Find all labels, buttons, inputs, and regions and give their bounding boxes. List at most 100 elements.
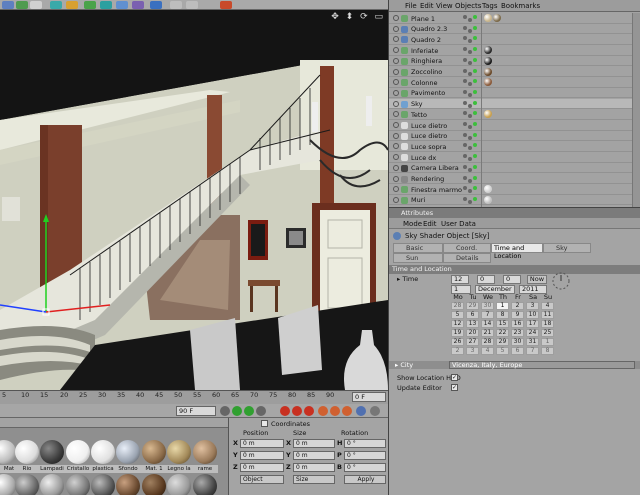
object-row[interactable]: Inferiate bbox=[389, 45, 640, 56]
visibility-flags[interactable] bbox=[463, 15, 481, 22]
scale-key-icon[interactable] bbox=[342, 406, 352, 416]
menu-edit[interactable]: Edit bbox=[420, 2, 434, 10]
calendar-day[interactable]: 25 bbox=[541, 329, 554, 337]
expand-icon[interactable] bbox=[393, 111, 399, 118]
calendar-day[interactable]: 4 bbox=[481, 347, 494, 355]
tab-sky[interactable]: Sky bbox=[543, 243, 591, 253]
position-x-field[interactable]: 0 m bbox=[240, 439, 284, 448]
material-tag-icon[interactable] bbox=[484, 14, 492, 22]
material-ball[interactable] bbox=[66, 474, 90, 495]
viewport-navigation-icons[interactable]: ✥ ⬍ ⟳ ▭ bbox=[331, 12, 385, 22]
calendar-day[interactable]: 20 bbox=[466, 329, 479, 337]
calendar-day[interactable]: 28 bbox=[451, 302, 464, 310]
visibility-flags[interactable] bbox=[463, 164, 481, 172]
record-icon[interactable] bbox=[280, 406, 290, 416]
object-row[interactable]: Sky bbox=[389, 98, 640, 110]
material-ball[interactable] bbox=[167, 440, 191, 464]
play-back-icon[interactable] bbox=[232, 406, 242, 416]
material-ball[interactable] bbox=[91, 474, 115, 495]
coordinates-toggle[interactable] bbox=[261, 420, 268, 427]
city-select[interactable]: Vicenza, Italy, Europe bbox=[449, 361, 635, 369]
calendar-day[interactable]: 6 bbox=[466, 311, 479, 319]
material-ball[interactable] bbox=[116, 440, 140, 464]
calendar-day[interactable]: 11 bbox=[541, 311, 554, 319]
calendar-day[interactable]: 1 bbox=[496, 302, 509, 310]
menu-edit[interactable]: Edit bbox=[423, 220, 437, 228]
object-row[interactable]: Colonne bbox=[389, 77, 640, 88]
expand-icon[interactable] bbox=[393, 143, 399, 150]
material-ball[interactable] bbox=[142, 440, 166, 464]
rotation-h-field[interactable]: 0 ° bbox=[344, 439, 386, 448]
spline-icon[interactable] bbox=[66, 1, 78, 9]
object-row[interactable]: Rendering bbox=[389, 174, 640, 184]
play-icon[interactable] bbox=[244, 406, 254, 416]
cube-icon[interactable] bbox=[50, 1, 62, 9]
calendar-day[interactable]: 7 bbox=[526, 347, 539, 355]
material-tag-icon[interactable] bbox=[484, 56, 492, 65]
material-tag-icon[interactable] bbox=[484, 110, 492, 119]
hour-field[interactable]: 12 bbox=[451, 275, 469, 284]
calendar-day[interactable]: 29 bbox=[496, 338, 509, 346]
param-key-icon[interactable] bbox=[356, 406, 366, 416]
grid-icon[interactable] bbox=[186, 1, 198, 9]
calendar-day[interactable]: 30 bbox=[511, 338, 524, 346]
object-row[interactable]: Luce dx bbox=[389, 152, 640, 163]
size-z-field[interactable]: 0 m bbox=[293, 463, 335, 472]
visibility-flags[interactable] bbox=[463, 25, 481, 33]
material-ball[interactable] bbox=[167, 474, 191, 495]
calendar-day[interactable]: 15 bbox=[496, 320, 509, 328]
tab-details[interactable]: Details bbox=[443, 253, 491, 263]
model-tool-icon[interactable] bbox=[2, 1, 14, 9]
material-ball[interactable] bbox=[0, 474, 16, 495]
array-icon[interactable] bbox=[100, 1, 112, 9]
visibility-flags[interactable] bbox=[463, 47, 481, 55]
apply-button[interactable]: Apply bbox=[344, 475, 386, 484]
material-tag-icon[interactable] bbox=[484, 195, 492, 204]
menu-tags[interactable]: Tags bbox=[482, 2, 498, 10]
material-ball[interactable] bbox=[15, 440, 39, 464]
expand-icon[interactable] bbox=[393, 47, 399, 54]
expand-icon[interactable] bbox=[393, 25, 399, 32]
calendar-day[interactable]: 5 bbox=[496, 347, 509, 355]
now-button[interactable]: Now bbox=[527, 275, 547, 284]
size-y-field[interactable]: 0 m bbox=[293, 451, 335, 460]
camera-icon[interactable] bbox=[150, 1, 162, 9]
expand-icon[interactable] bbox=[393, 68, 399, 75]
object-row[interactable]: Camera Libera bbox=[389, 163, 640, 174]
calendar-day[interactable]: 30 bbox=[481, 302, 494, 310]
object-row[interactable]: Tetto bbox=[389, 109, 640, 120]
object-row[interactable]: Luce dietro bbox=[389, 120, 640, 131]
pointer-icon[interactable] bbox=[170, 1, 182, 9]
update-editor-checkbox[interactable]: ✓ bbox=[451, 384, 458, 391]
visibility-flags[interactable] bbox=[463, 79, 481, 87]
object-row[interactable]: Luce sopra bbox=[389, 141, 640, 152]
material-ball[interactable] bbox=[66, 440, 90, 464]
material-ball[interactable] bbox=[116, 474, 140, 495]
object-row[interactable]: Quadro 2 bbox=[389, 34, 640, 45]
keyframe-icon[interactable] bbox=[304, 406, 314, 416]
expand-icon[interactable] bbox=[393, 122, 399, 128]
go-end-icon[interactable] bbox=[256, 406, 266, 416]
material-ball[interactable] bbox=[142, 474, 166, 495]
visibility-flags[interactable] bbox=[463, 143, 481, 151]
visibility-flags[interactable] bbox=[463, 196, 481, 204]
calendar-day[interactable]: 29 bbox=[466, 302, 479, 310]
menu-user-data[interactable]: User Data bbox=[441, 220, 476, 228]
material-tag-icon[interactable] bbox=[493, 14, 501, 22]
rotate-key-icon[interactable] bbox=[330, 406, 340, 416]
expand-icon[interactable] bbox=[393, 154, 399, 161]
visibility-flags[interactable] bbox=[463, 68, 481, 76]
minute-field[interactable]: 0 bbox=[477, 275, 495, 284]
material-ball[interactable] bbox=[40, 440, 64, 464]
position-y-field[interactable]: 0 m bbox=[240, 451, 284, 460]
render-icon[interactable] bbox=[220, 1, 232, 9]
visibility-flags[interactable] bbox=[463, 111, 481, 119]
calendar-day[interactable]: 18 bbox=[541, 320, 554, 328]
calendar-day[interactable]: 7 bbox=[481, 311, 494, 319]
second-field[interactable]: 0 bbox=[503, 275, 521, 284]
nurbs-icon[interactable] bbox=[84, 1, 96, 9]
calendar-day[interactable]: 2 bbox=[451, 347, 464, 355]
calendar-day[interactable]: 1 bbox=[541, 338, 554, 346]
edges-tool-icon[interactable] bbox=[16, 1, 28, 9]
menu-bookmarks[interactable]: Bookmarks bbox=[501, 2, 540, 10]
